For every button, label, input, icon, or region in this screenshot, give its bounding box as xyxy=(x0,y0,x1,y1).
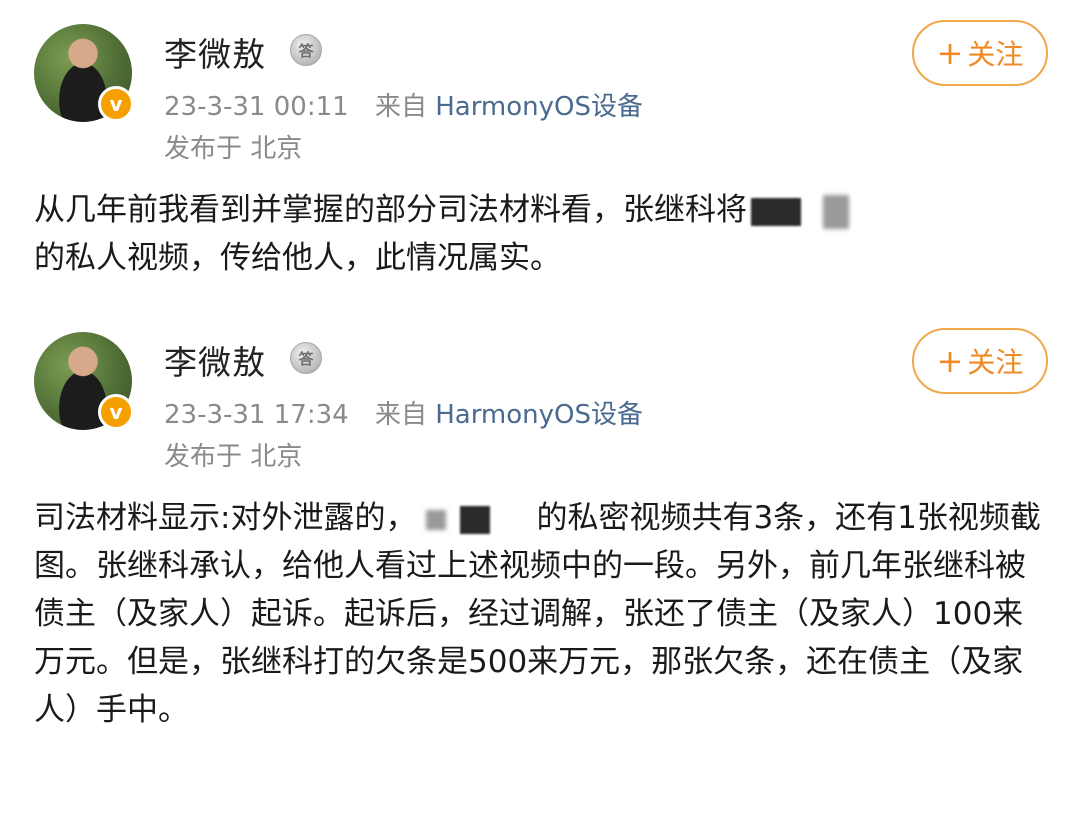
verified-badge-icon: v xyxy=(98,86,134,122)
post-meta: 23-3-31 17:34 来自 HarmonyOS设备 xyxy=(164,394,643,431)
follow-button[interactable]: + 关注 xyxy=(912,20,1048,86)
answer-medal-icon: 答 xyxy=(290,34,322,66)
username[interactable]: 李微敖 xyxy=(164,28,266,76)
redaction-mark xyxy=(823,194,849,229)
plus-icon: + xyxy=(936,342,964,380)
post-location: 发布于 北京 xyxy=(164,442,303,472)
post-time: 23-3-31 00:11 xyxy=(164,92,349,122)
post-content: 从几年前我看到并掌握的部分司法材料看，张继科将 的私人视频，传给他人，此情况属实… xyxy=(34,186,1054,282)
redaction-mark xyxy=(426,509,447,530)
username[interactable]: 李微敖 xyxy=(164,336,266,384)
post-meta: 23-3-31 00:11 来自 HarmonyOS设备 xyxy=(164,86,643,123)
answer-medal-icon: 答 xyxy=(290,342,322,374)
redaction-mark xyxy=(460,505,491,534)
content-line-2: 的私人视频，传给他人，此情况属实。 xyxy=(34,240,561,276)
follow-label: 关注 xyxy=(967,38,1024,71)
content-line-1: 从几年前我看到并掌握的部分司法材料看，张继科将 xyxy=(34,192,747,228)
post-location: 发布于 北京 xyxy=(164,134,303,164)
verified-badge-icon: v xyxy=(98,394,134,430)
follow-button[interactable]: + 关注 xyxy=(912,328,1048,394)
source-prefix: 来自 xyxy=(374,400,427,430)
post-content: 司法材料显示:对外泄露的， 的私密视频共有3条，还有1张视频截图。张继科承认，给他… xyxy=(34,494,1054,734)
follow-label: 关注 xyxy=(967,346,1024,379)
content-part-1: 司法材料显示:对外泄露的， xyxy=(34,500,417,536)
source-device-link[interactable]: HarmonyOS设备 xyxy=(435,400,643,430)
redaction-mark xyxy=(751,197,801,226)
source-device-link[interactable]: HarmonyOS设备 xyxy=(435,92,643,122)
post-time: 23-3-31 17:34 xyxy=(164,400,349,430)
source-prefix: 来自 xyxy=(374,92,427,122)
plus-icon: + xyxy=(936,34,964,72)
